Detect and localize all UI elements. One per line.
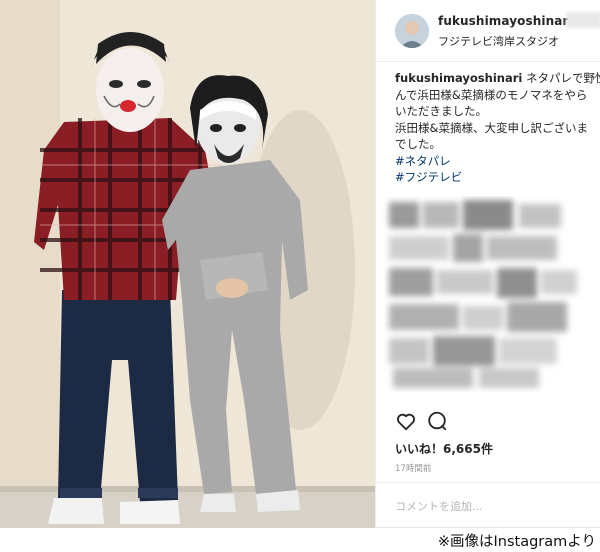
- post-header: fukushimayoshinari • フジテレビ湾岸スタジオ: [376, 0, 600, 62]
- photo-illustration: [0, 0, 375, 528]
- username-link[interactable]: fukushimayoshinari: [438, 14, 573, 28]
- redacted-follow-area: [566, 12, 600, 28]
- caption-line: 浜田様&菜摘様、大変申し訳ございま: [395, 120, 588, 135]
- blurred-comments-graphic: [383, 196, 589, 392]
- image-credit: ※画像はInstagramより: [437, 534, 596, 550]
- caption-line: んで浜田様&菜摘様のモノマネをやら: [395, 87, 588, 102]
- location-link[interactable]: フジテレビ湾岸スタジオ: [438, 33, 559, 49]
- comment-bubble-icon[interactable]: [426, 410, 448, 432]
- instagram-post: fukushimayoshinari • フジテレビ湾岸スタジオ fukushi…: [0, 0, 600, 528]
- avatar-image: [395, 14, 429, 48]
- post-time: 17時間前: [395, 464, 432, 474]
- hashtag-link[interactable]: #ネタパレ: [395, 153, 600, 170]
- hashtag-link[interactable]: #フジテレビ: [395, 169, 600, 186]
- heart-icon[interactable]: [395, 410, 417, 432]
- caption-line: いただきました。: [395, 104, 487, 118]
- post-photo: [0, 0, 375, 528]
- comment-area: コメントを追加...: [376, 482, 600, 528]
- caption-text: ネタパレで野性爆: [525, 71, 600, 85]
- caption: fukushimayoshinari ネタパレで野性爆 んで浜田様&菜摘様のモノ…: [395, 70, 600, 186]
- caption-line: fukushimayoshinari ネタパレで野性爆: [395, 70, 600, 87]
- caption-username[interactable]: fukushimayoshinari: [395, 71, 522, 85]
- comment-input[interactable]: コメントを追加...: [395, 498, 483, 514]
- username-row: fukushimayoshinari •: [438, 14, 586, 28]
- screenshot: fukushimayoshinari • フジテレビ湾岸スタジオ fukushi…: [0, 0, 600, 552]
- blurred-comments: [383, 196, 589, 392]
- avatar[interactable]: [395, 14, 429, 48]
- like-count[interactable]: いいね！6,665件: [395, 440, 493, 457]
- caption-line: でした。: [395, 137, 441, 151]
